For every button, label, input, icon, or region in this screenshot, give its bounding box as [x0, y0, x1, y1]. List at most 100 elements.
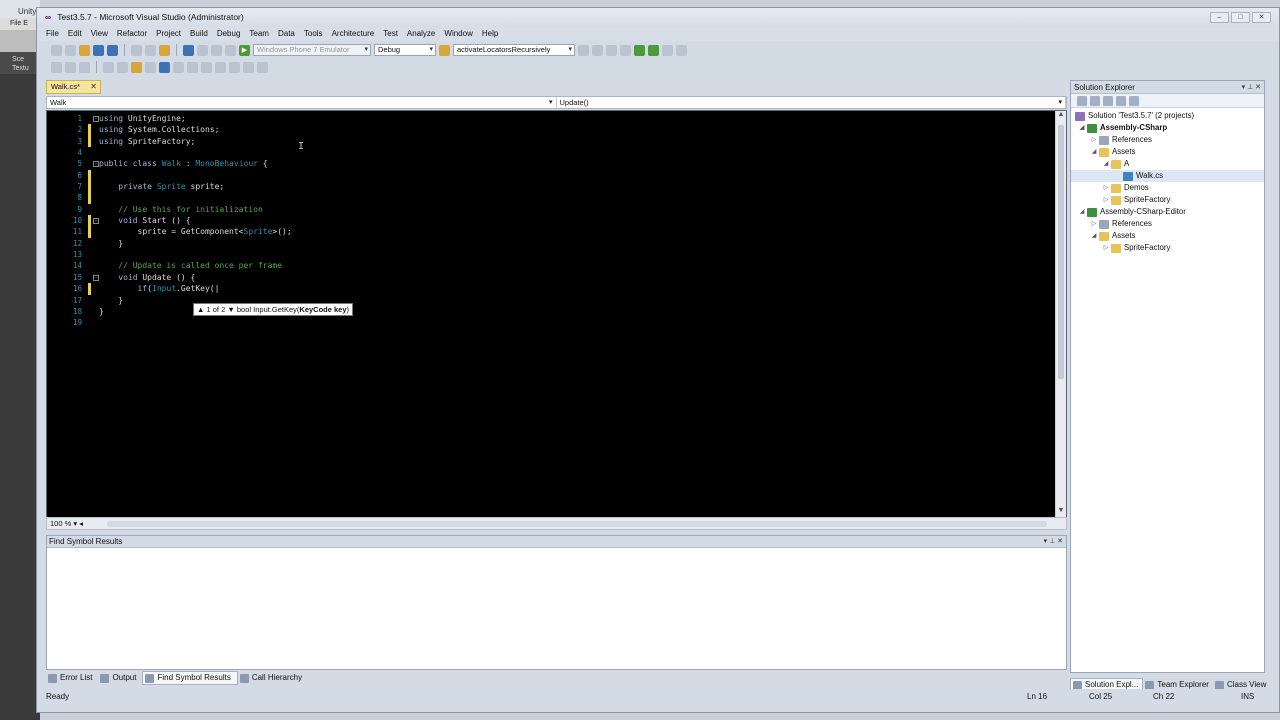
- tree-node[interactable]: ◢ Assembly-CSharp: [1071, 122, 1264, 134]
- toolbar-options-icon[interactable]: [676, 44, 687, 56]
- expanded-icon[interactable]: ◢: [1101, 158, 1111, 170]
- show-all-files-icon[interactable]: [1090, 96, 1100, 106]
- unity-scene-tab[interactable]: Sce Textu: [0, 52, 40, 74]
- menu-build[interactable]: Build: [190, 27, 208, 41]
- open-file-icon[interactable]: [79, 44, 90, 56]
- refresh-icon[interactable]: [1103, 96, 1113, 106]
- close-tab-icon[interactable]: ✕: [90, 81, 97, 93]
- comment-out-icon[interactable]: [159, 61, 170, 73]
- properties-icon[interactable]: [1077, 96, 1087, 106]
- tree-node[interactable]: ◢ Assets: [1071, 146, 1264, 158]
- tab-call-hierarchy[interactable]: Call Hierarchy: [238, 671, 308, 685]
- maximize-button[interactable]: □: [1231, 12, 1250, 23]
- clear-bookmarks-icon[interactable]: [229, 61, 240, 73]
- extension-manager-icon[interactable]: [648, 44, 659, 56]
- bookmark-options-icon[interactable]: [257, 61, 268, 73]
- menu-architecture[interactable]: Architecture: [332, 27, 375, 41]
- tree-node[interactable]: ▷ SpriteFactory: [1071, 194, 1264, 206]
- uncomment-icon[interactable]: [173, 61, 184, 73]
- expanded-icon[interactable]: ◢: [1077, 206, 1087, 218]
- copy-icon[interactable]: [145, 44, 156, 56]
- menu-file[interactable]: File: [46, 27, 59, 41]
- collapsed-icon[interactable]: ▷: [1101, 242, 1111, 254]
- undo-icon[interactable]: [183, 44, 194, 56]
- scroll-up-icon[interactable]: ▲: [1056, 111, 1066, 121]
- save-icon[interactable]: [93, 44, 104, 56]
- menu-tools[interactable]: Tools: [304, 27, 323, 41]
- menu-help[interactable]: Help: [482, 27, 498, 41]
- save-all-icon[interactable]: [107, 44, 118, 56]
- collapsed-icon[interactable]: ▷: [1089, 218, 1099, 230]
- tab-output[interactable]: Output: [98, 671, 142, 685]
- properties-icon[interactable]: [592, 44, 603, 56]
- target-device-combo[interactable]: Windows Phone 7 Emulator: [253, 44, 371, 56]
- code-lines[interactable]: using UnityEngine; using System.Collecti…: [99, 113, 292, 329]
- tree-node[interactable]: ◢ Assets: [1071, 230, 1264, 242]
- complete-word-icon[interactable]: [79, 61, 90, 73]
- menu-project[interactable]: Project: [156, 27, 181, 41]
- type-dropdown[interactable]: Walk: [47, 97, 557, 108]
- menu-edit[interactable]: Edit: [68, 27, 82, 41]
- expanded-icon[interactable]: ◢: [1089, 146, 1099, 158]
- tab-find-symbol-results[interactable]: Find Symbol Results: [142, 671, 238, 685]
- start-page-icon[interactable]: [634, 44, 645, 56]
- view-class-diagram-icon[interactable]: [1129, 96, 1139, 106]
- close-button[interactable]: ✕: [1252, 12, 1271, 23]
- horizontal-scrollbar[interactable]: [107, 521, 1047, 527]
- scrollbar-thumb[interactable]: [1058, 125, 1064, 379]
- overload-counter[interactable]: ▲ 1 of 2 ▼: [197, 305, 235, 314]
- tree-node[interactable]: ◢ A: [1071, 158, 1264, 170]
- start-debugging-icon[interactable]: ▶: [239, 44, 250, 56]
- new-project-icon[interactable]: [51, 44, 62, 56]
- command-window-icon[interactable]: [662, 44, 673, 56]
- cut-icon[interactable]: [131, 44, 142, 56]
- quick-info-icon[interactable]: [51, 61, 62, 73]
- find-in-files-icon[interactable]: [439, 44, 450, 56]
- find-combo[interactable]: activateLocatorsRecursively: [453, 44, 575, 56]
- solution-configuration-combo[interactable]: Debug: [374, 44, 436, 56]
- menu-debug[interactable]: Debug: [217, 27, 241, 41]
- tree-node[interactable]: ◢ Assembly-CSharp-Editor: [1071, 206, 1264, 218]
- tree-node[interactable]: Solution 'Test3.5.7' (2 projects): [1071, 110, 1264, 122]
- collapsed-icon[interactable]: ▷: [1101, 194, 1111, 206]
- menu-test[interactable]: Test: [383, 27, 398, 41]
- bookmark-folder-icon[interactable]: [243, 61, 254, 73]
- navigate-backward-icon[interactable]: [211, 44, 222, 56]
- unity-menu-file[interactable]: File: [10, 20, 21, 27]
- panel-controls[interactable]: ▾ ⊥ ✕: [1044, 536, 1063, 548]
- menu-team[interactable]: Team: [249, 27, 269, 41]
- toggle-bookmark-icon[interactable]: [187, 61, 198, 73]
- zoom-level[interactable]: 100 %: [50, 519, 71, 528]
- member-dropdown[interactable]: Update(): [557, 97, 1066, 108]
- document-tab-walk[interactable]: Walk.cs* ✕: [46, 80, 101, 94]
- menu-view[interactable]: View: [91, 27, 108, 41]
- parameter-info-icon[interactable]: [65, 61, 76, 73]
- panel-controls[interactable]: ▾ ⊥ ✕: [1242, 81, 1261, 94]
- member-list-icon[interactable]: [103, 61, 114, 73]
- next-bookmark-icon[interactable]: [215, 61, 226, 73]
- collapsed-icon[interactable]: ▷: [1101, 182, 1111, 194]
- display-word-completion-icon[interactable]: [117, 61, 128, 73]
- navigate-forward-icon[interactable]: [225, 44, 236, 56]
- collapsed-icon[interactable]: ▷: [1089, 134, 1099, 146]
- tab-error-list[interactable]: Error List: [46, 671, 98, 685]
- solution-explorer-toolbar-icon[interactable]: [578, 44, 589, 56]
- decrease-indent-icon[interactable]: [131, 61, 142, 73]
- add-item-icon[interactable]: [65, 44, 76, 56]
- tree-node[interactable]: ▷ SpriteFactory: [1071, 242, 1264, 254]
- menu-refactor[interactable]: Refactor: [117, 27, 147, 41]
- paste-icon[interactable]: [159, 44, 170, 56]
- tree-node[interactable]: ▷ References: [1071, 218, 1264, 230]
- tree-node[interactable]: ▷ Demos: [1071, 182, 1264, 194]
- view-code-icon[interactable]: [1116, 96, 1126, 106]
- vertical-scrollbar[interactable]: ▲ ▼: [1055, 111, 1066, 517]
- redo-icon[interactable]: [197, 44, 208, 56]
- tree-node[interactable]: Walk.cs: [1071, 170, 1264, 182]
- previous-bookmark-icon[interactable]: [201, 61, 212, 73]
- expanded-icon[interactable]: ◢: [1089, 230, 1099, 242]
- object-browser-icon[interactable]: [606, 44, 617, 56]
- increase-indent-icon[interactable]: [145, 61, 156, 73]
- menu-window[interactable]: Window: [444, 27, 472, 41]
- menu-data[interactable]: Data: [278, 27, 295, 41]
- toolbox-icon[interactable]: [620, 44, 631, 56]
